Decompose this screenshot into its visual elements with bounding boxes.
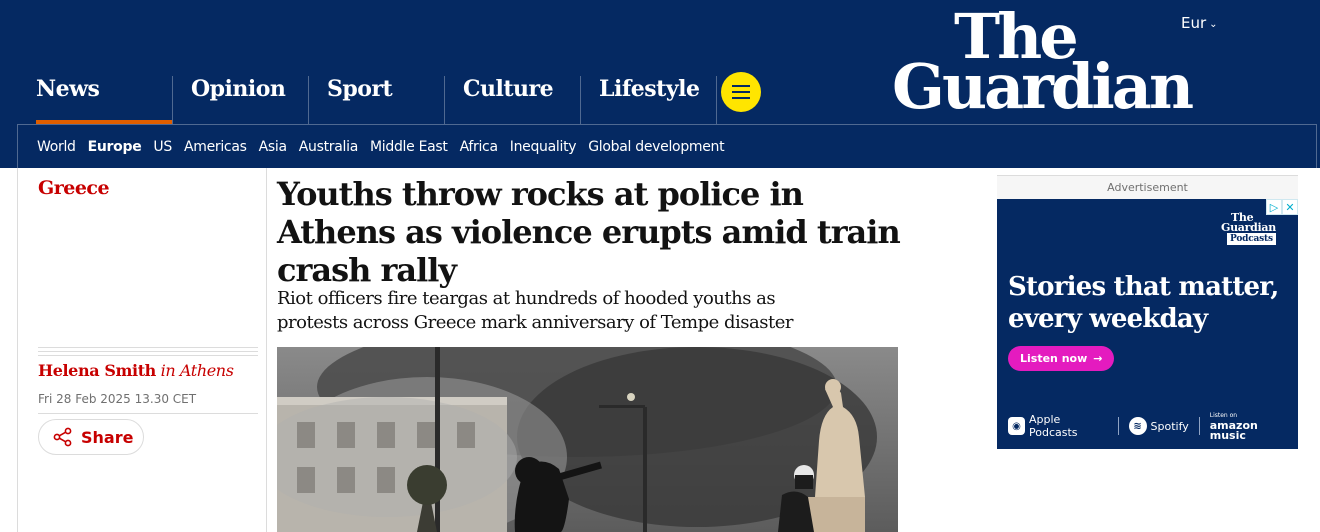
subnav-asia[interactable]: Asia	[259, 139, 287, 155]
spotify-link[interactable]: ≋ Spotify	[1128, 417, 1189, 435]
author-location: in Athens	[160, 361, 234, 380]
arrow-right-icon: →	[1093, 352, 1103, 365]
article-standfirst: Riot officers fire teargas at hundreds o…	[277, 288, 794, 333]
publish-date: Fri 28 Feb 2025 13.30 CET	[38, 392, 197, 406]
main-photo	[277, 347, 898, 532]
article-headline: Youths throw rocks at police in Athens a…	[277, 175, 901, 289]
menu-container	[716, 72, 852, 124]
hamburger-icon	[732, 85, 750, 87]
amazon-music-link[interactable]: Listen on amazon music	[1210, 411, 1293, 441]
subnav-world[interactable]: World	[37, 139, 76, 155]
apple-podcasts-link[interactable]: ◉ Apple Podcasts	[1008, 413, 1108, 439]
pillar-sport[interactable]: Sport	[308, 76, 444, 124]
podcast-platforms: ◉ Apple Podcasts ≋ Spotify Listen on ama…	[1008, 411, 1293, 441]
advertisement-label: Advertisement	[1107, 181, 1188, 194]
author-link[interactable]: Helena Smith	[38, 361, 156, 380]
pillar-nav: News Opinion Sport Culture Lifestyle	[18, 72, 852, 124]
spotify-label: Spotify	[1150, 419, 1189, 433]
share-label: Share	[81, 427, 134, 447]
subnav-europe[interactable]: Europe	[88, 139, 142, 155]
pillar-culture[interactable]: Culture	[444, 76, 580, 124]
pillar-opinion[interactable]: Opinion	[172, 76, 308, 124]
subnav-global-development[interactable]: Global development	[588, 139, 724, 155]
byline: Helena Smith in Athens	[38, 361, 234, 380]
listen-now-button[interactable]: Listen now →	[1008, 346, 1115, 371]
ad-headline: Stories that matter, every weekday	[1008, 272, 1279, 334]
sub-nav: World Europe US Americas Asia Australia …	[17, 124, 1317, 168]
article-meta-column: Greece Helena Smith in Athens Fri 28 Feb…	[17, 168, 267, 532]
protest-photo-image	[277, 347, 898, 532]
subnav-africa[interactable]: Africa	[460, 139, 498, 155]
subnav-australia[interactable]: Australia	[299, 139, 359, 155]
pillar-lifestyle[interactable]: Lifestyle	[580, 76, 716, 124]
spotify-icon: ≋	[1128, 417, 1147, 435]
ad-logo-badge: Podcasts	[1227, 233, 1276, 245]
guardian-logo[interactable]: The Guardian	[892, 6, 1222, 118]
pillar-news[interactable]: News	[18, 76, 172, 124]
guardian-podcasts-logo: The Guardian Podcasts	[1219, 211, 1285, 251]
masthead: Eur ⌄ The Guardian News Opinion Sport Cu…	[0, 0, 1320, 168]
menu-button[interactable]	[721, 72, 761, 112]
podcast-advert[interactable]: ▷ ✕ The Guardian Podcasts Stories that m…	[997, 199, 1298, 449]
advertisement-label-bar: Advertisement	[997, 175, 1298, 199]
divider	[1198, 417, 1200, 435]
divider	[38, 347, 258, 356]
divider	[1117, 417, 1119, 435]
amazon-music-label: amazon music	[1209, 419, 1258, 442]
subnav-inequality[interactable]: Inequality	[510, 139, 577, 155]
listen-now-label: Listen now	[1020, 352, 1088, 365]
series-label[interactable]: Greece	[38, 177, 110, 199]
subnav-middle-east[interactable]: Middle East	[370, 139, 448, 155]
apple-podcasts-label: Apple Podcasts	[1028, 413, 1078, 439]
apple-podcasts-icon: ◉	[1008, 417, 1025, 435]
subnav-us[interactable]: US	[153, 139, 172, 155]
divider	[38, 413, 258, 414]
logo-line-2: Guardian	[892, 50, 1194, 123]
share-icon	[53, 427, 72, 447]
share-button[interactable]: Share	[38, 419, 144, 455]
subnav-americas[interactable]: Americas	[184, 139, 247, 155]
